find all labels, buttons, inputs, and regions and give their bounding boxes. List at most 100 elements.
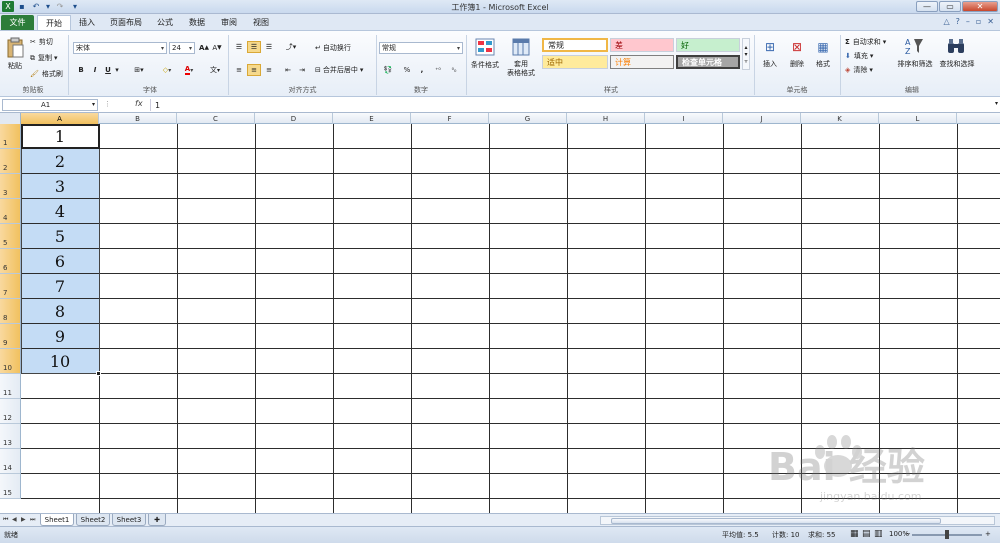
column-header[interactable]: E bbox=[333, 113, 411, 124]
align-left-icon[interactable]: ≡ bbox=[233, 64, 245, 76]
first-sheet-icon[interactable]: ⏮ bbox=[3, 516, 8, 524]
row-header[interactable]: 8 bbox=[0, 299, 21, 324]
format-cells-button[interactable]: 格式 bbox=[811, 59, 835, 69]
column-header[interactable]: C bbox=[177, 113, 255, 124]
row-header[interactable]: 13 bbox=[0, 424, 21, 449]
tab-page-layout[interactable]: 页面布局 bbox=[106, 15, 146, 30]
formula-input[interactable]: 1 bbox=[150, 99, 990, 111]
format-cells-icon[interactable]: ▦ bbox=[813, 37, 833, 57]
find-select-button[interactable]: 查找和选择 bbox=[936, 59, 978, 69]
number-format-select[interactable]: 常规 ▾ bbox=[379, 42, 463, 54]
bold-button[interactable]: B bbox=[76, 64, 86, 76]
percent-button[interactable]: % bbox=[402, 64, 412, 76]
grow-font-icon[interactable]: A ▲ bbox=[199, 42, 209, 54]
prev-sheet-icon[interactable]: ◀ bbox=[12, 516, 17, 523]
fill-button[interactable]: ⬇ 填充 ▾ bbox=[845, 51, 873, 61]
page-layout-view-icon[interactable]: ▤ bbox=[862, 529, 871, 539]
column-header[interactable]: I bbox=[645, 113, 723, 124]
format-painter-button[interactable]: 🖌 格式刷 bbox=[30, 69, 63, 79]
sheet-tab-3[interactable]: Sheet3 bbox=[112, 514, 146, 526]
cell-a4[interactable]: 4 bbox=[21, 199, 99, 223]
currency-icon[interactable]: 💱 bbox=[380, 64, 396, 76]
comma-button[interactable]: , bbox=[418, 64, 426, 76]
paste-button[interactable]: 粘贴 bbox=[2, 61, 28, 71]
scroll-thumb[interactable] bbox=[611, 518, 941, 524]
style-bad[interactable]: 差 bbox=[610, 38, 674, 52]
expand-formula-bar-icon[interactable]: ▾ bbox=[995, 100, 998, 107]
column-header[interactable]: B bbox=[99, 113, 177, 124]
cell-a9[interactable]: 9 bbox=[21, 324, 99, 348]
row-header[interactable]: 9 bbox=[0, 324, 21, 349]
name-box[interactable]: A1 ▾ bbox=[2, 99, 98, 111]
paste-icon[interactable] bbox=[4, 35, 26, 61]
sheet-tab-2[interactable]: Sheet2 bbox=[76, 514, 110, 526]
cell-a10[interactable]: 10 bbox=[21, 349, 99, 373]
column-header[interactable]: L bbox=[879, 113, 957, 124]
cell-area[interactable]: 1 2 3 4 5 6 7 8 9 10 bbox=[21, 124, 1000, 513]
zoom-slider[interactable] bbox=[912, 530, 982, 539]
zoom-in-icon[interactable]: + bbox=[985, 530, 991, 538]
cell-a2[interactable]: 2 bbox=[21, 149, 99, 173]
shrink-font-icon[interactable]: A ▼ bbox=[212, 42, 222, 54]
tab-file[interactable]: 文件 bbox=[1, 15, 34, 30]
row-header[interactable]: 15 bbox=[0, 474, 21, 499]
row-header[interactable]: 3 bbox=[0, 174, 21, 199]
align-bottom-icon[interactable]: ☰ bbox=[263, 41, 275, 53]
row-header[interactable]: 6 bbox=[0, 249, 21, 274]
binoculars-icon[interactable] bbox=[945, 35, 967, 57]
style-normal[interactable]: 常规 bbox=[542, 38, 608, 52]
cell-a7[interactable]: 7 bbox=[21, 274, 99, 298]
fill-color-icon[interactable]: ◇ ▾ bbox=[158, 64, 176, 76]
increase-indent-icon[interactable]: ⇥ bbox=[296, 64, 308, 76]
select-all-button[interactable] bbox=[0, 113, 21, 124]
worksheet-grid[interactable]: ABCDEFGHIJKL 1 2 3 4 5 6 7 8 9 10 11 12 13 14 15 12345… bbox=[0, 113, 1000, 513]
font-name-select[interactable]: 宋体 ▾ bbox=[73, 42, 167, 54]
insert-sheet-icon[interactable]: ✚ bbox=[148, 514, 166, 526]
border-icon[interactable]: ⊞▾ bbox=[130, 64, 148, 76]
tab-formulas[interactable]: 公式 bbox=[154, 15, 176, 30]
copy-button[interactable]: ⧉ 复制 ▾ bbox=[30, 53, 58, 63]
format-as-table-button[interactable]: 套用 表格格式 bbox=[502, 59, 540, 79]
column-header[interactable]: A bbox=[21, 113, 99, 124]
conditional-format-button[interactable]: 条件格式 bbox=[468, 60, 502, 70]
column-header[interactable]: H bbox=[567, 113, 645, 124]
merge-center-button[interactable]: ⊟ 合并后居中 ▾ bbox=[315, 64, 363, 76]
minimize-button[interactable]: — bbox=[916, 1, 938, 12]
cut-button[interactable]: ✂ 剪切 bbox=[30, 37, 53, 47]
formula-bar-resize-icon[interactable]: ⋮ bbox=[104, 100, 111, 108]
font-color-button[interactable]: A ▾ bbox=[180, 64, 198, 76]
zoom-slider-knob[interactable] bbox=[945, 530, 949, 539]
row-header[interactable]: 4 bbox=[0, 199, 21, 224]
column-header[interactable]: J bbox=[723, 113, 801, 124]
style-neutral[interactable]: 适中 bbox=[542, 55, 608, 69]
italic-button[interactable]: I bbox=[90, 64, 100, 76]
horizontal-scrollbar[interactable] bbox=[600, 516, 995, 525]
cell-a8[interactable]: 8 bbox=[21, 299, 99, 323]
row-header[interactable]: 5 bbox=[0, 224, 21, 249]
align-center-icon[interactable]: ≡ bbox=[247, 64, 261, 76]
maximize-button[interactable]: ▭ bbox=[939, 1, 961, 12]
underline-button[interactable]: U bbox=[103, 64, 113, 76]
orientation-icon[interactable]: ⤴▾ bbox=[283, 41, 299, 53]
conditional-format-icon[interactable] bbox=[472, 37, 498, 57]
row-header[interactable]: 10 bbox=[0, 349, 21, 374]
style-calculation[interactable]: 计算 bbox=[610, 55, 674, 69]
row-header[interactable]: 11 bbox=[0, 374, 21, 399]
tab-review[interactable]: 审阅 bbox=[218, 15, 240, 30]
sheet-tab-1[interactable]: Sheet1 bbox=[40, 514, 74, 526]
format-as-table-icon[interactable] bbox=[510, 37, 532, 57]
column-header[interactable]: K bbox=[801, 113, 879, 124]
wrap-text-button[interactable]: ↵ 自动换行 bbox=[315, 42, 351, 54]
align-middle-icon[interactable]: ☰ bbox=[247, 41, 261, 53]
decrease-indent-icon[interactable]: ⇤ bbox=[282, 64, 294, 76]
cell-a6[interactable]: 6 bbox=[21, 249, 99, 273]
insert-function-button[interactable]: fx bbox=[135, 99, 143, 108]
delete-cells-button[interactable]: 删除 bbox=[785, 59, 809, 69]
cell-a1[interactable]: 1 bbox=[21, 124, 99, 148]
normal-view-icon[interactable]: ▦ bbox=[850, 529, 859, 539]
decrease-decimal-icon[interactable]: ⁰₀ bbox=[448, 64, 460, 76]
workbook-close-icon[interactable]: ✕ bbox=[987, 17, 994, 26]
cell-a5[interactable]: 5 bbox=[21, 224, 99, 248]
tab-insert[interactable]: 插入 bbox=[76, 15, 98, 30]
zoom-out-icon[interactable]: − bbox=[905, 530, 911, 538]
